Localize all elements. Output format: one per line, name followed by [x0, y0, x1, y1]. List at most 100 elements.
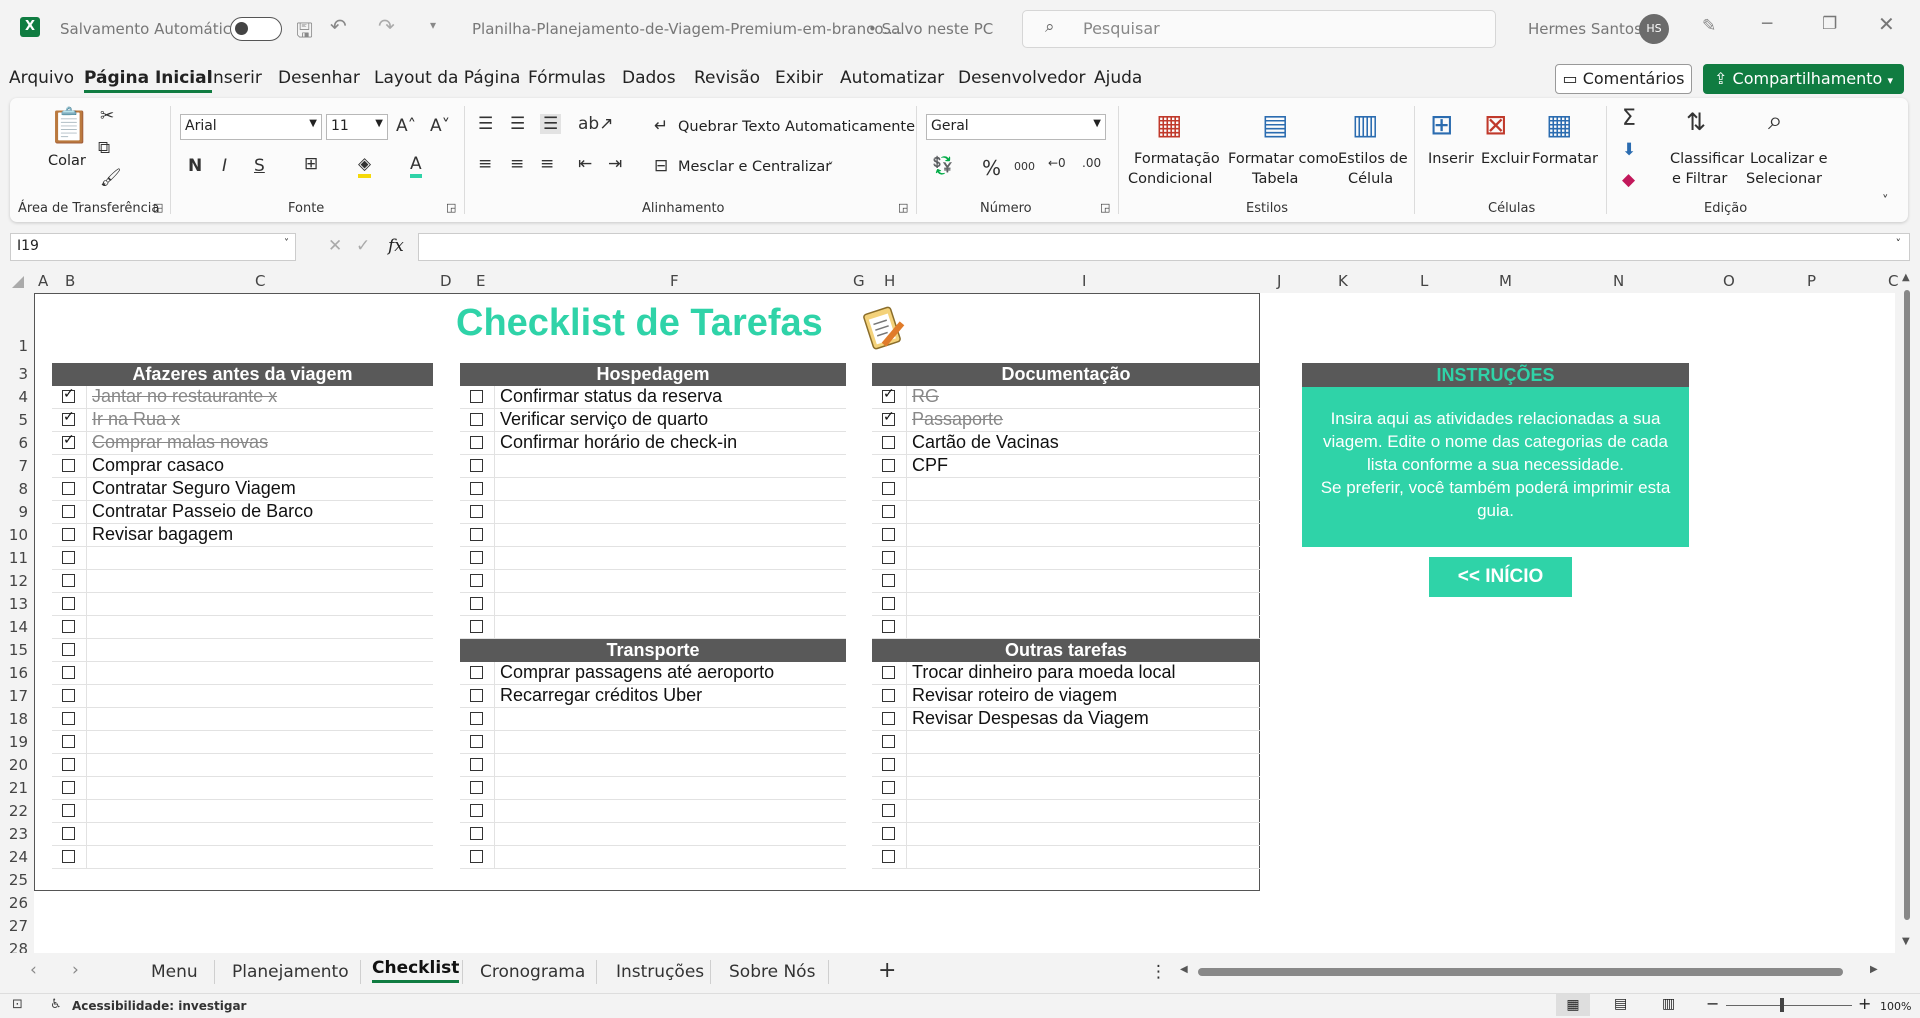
list-item[interactable]: Passaporte: [872, 409, 1260, 432]
tab-checklist[interactable]: Checklist: [372, 958, 460, 983]
list-item[interactable]: [52, 731, 433, 754]
list-item[interactable]: [460, 731, 846, 754]
orientation-icon[interactable]: ab↗: [578, 114, 613, 134]
clear-icon[interactable]: ◆: [1622, 170, 1635, 190]
font-size-select[interactable]: 11 ▼: [326, 114, 388, 140]
insert-button[interactable]: Inserir: [1428, 150, 1474, 169]
name-box[interactable]: I19 ˅: [10, 233, 296, 261]
list-item[interactable]: [52, 685, 433, 708]
list-item[interactable]: [872, 547, 1260, 570]
list-item[interactable]: [460, 547, 846, 570]
task-checkbox[interactable]: [62, 620, 75, 633]
task-checkbox[interactable]: [470, 413, 483, 426]
row-header[interactable]: 6: [4, 434, 28, 452]
row-header[interactable]: 27: [4, 917, 28, 935]
row-header[interactable]: 4: [4, 388, 28, 406]
task-checkbox[interactable]: [470, 482, 483, 495]
column-header[interactable]: P: [1807, 272, 1816, 290]
column-header[interactable]: D: [440, 272, 452, 290]
align-right-icon[interactable]: ≡: [540, 154, 554, 174]
menu-desenhar[interactable]: Desenhar: [278, 68, 360, 88]
task-checkbox[interactable]: [470, 827, 483, 840]
scroll-down-icon[interactable]: ▼: [1902, 936, 1910, 947]
horizontal-scrollbar[interactable]: ◀ ▶: [1180, 962, 1884, 980]
list-item[interactable]: [52, 754, 433, 777]
list-item[interactable]: [872, 731, 1260, 754]
list-item[interactable]: Recarregar créditos Uber: [460, 685, 846, 708]
increase-indent-icon[interactable]: ⇥: [608, 154, 622, 174]
row-header[interactable]: 15: [4, 641, 28, 659]
row-header[interactable]: 11: [4, 549, 28, 567]
minimize-icon[interactable]: ─: [1762, 14, 1772, 34]
redo-icon[interactable]: ↷: [378, 14, 395, 38]
borders-icon[interactable]: ⊞: [304, 154, 318, 174]
list-item[interactable]: [872, 823, 1260, 846]
fill-color-icon[interactable]: ◈: [358, 154, 372, 178]
list-item[interactable]: [872, 524, 1260, 547]
list-item[interactable]: [52, 593, 433, 616]
column-header[interactable]: O: [1723, 272, 1735, 290]
cell-styles-icon[interactable]: ▥: [1352, 108, 1378, 141]
customize-qat-icon[interactable]: ▾: [430, 18, 436, 32]
list-item[interactable]: [460, 570, 846, 593]
row-header[interactable]: 10: [4, 526, 28, 544]
scroll-thumb[interactable]: [1904, 290, 1910, 920]
row-header[interactable]: 19: [4, 733, 28, 751]
zoom-slider[interactable]: [1726, 1005, 1852, 1006]
more-options-icon[interactable]: ⋮: [1150, 962, 1167, 982]
task-checkbox[interactable]: [470, 712, 483, 725]
column-header[interactable]: C: [1888, 272, 1898, 290]
list-item[interactable]: [460, 501, 846, 524]
autosave-toggle[interactable]: [230, 17, 282, 41]
task-checkbox[interactable]: [62, 712, 75, 725]
list-item[interactable]: [460, 846, 846, 869]
list-item[interactable]: CPF: [872, 455, 1260, 478]
task-checkbox[interactable]: [470, 781, 483, 794]
task-checkbox[interactable]: [62, 505, 75, 518]
task-checkbox[interactable]: [62, 643, 75, 656]
menu-desenvolvedor[interactable]: Desenvolvedor: [958, 68, 1086, 88]
list-item[interactable]: Cartão de Vacinas: [872, 432, 1260, 455]
list-item[interactable]: [460, 478, 846, 501]
task-checkbox[interactable]: [62, 781, 75, 794]
tab-cronograma[interactable]: Cronograma: [480, 962, 585, 982]
column-header[interactable]: F: [670, 272, 679, 290]
list-item[interactable]: Revisar Despesas da Viagem: [872, 708, 1260, 731]
wrap-text-icon[interactable]: ↵: [654, 116, 668, 136]
list-item[interactable]: [460, 593, 846, 616]
task-checkbox[interactable]: [470, 620, 483, 633]
merge-icon[interactable]: ⊟: [654, 156, 668, 176]
list-item[interactable]: [460, 708, 846, 731]
format-painter-icon[interactable]: 🖌: [100, 168, 122, 188]
task-checkbox[interactable]: [62, 827, 75, 840]
cond-format-line1[interactable]: Formatação: [1134, 150, 1220, 169]
row-header[interactable]: 24: [4, 848, 28, 866]
menu-ajuda[interactable]: Ajuda: [1094, 68, 1142, 88]
add-sheet-icon[interactable]: +: [878, 958, 896, 983]
task-checkbox[interactable]: [62, 850, 75, 863]
task-checkbox[interactable]: [470, 689, 483, 702]
list-item[interactable]: Ir na Rua x: [52, 409, 433, 432]
column-header[interactable]: L: [1420, 272, 1428, 290]
tab-sobre-nos[interactable]: Sobre Nós: [729, 962, 815, 982]
list-item[interactable]: [872, 754, 1260, 777]
list-item[interactable]: [872, 501, 1260, 524]
column-header[interactable]: N: [1613, 272, 1624, 290]
list-item[interactable]: [52, 662, 433, 685]
task-checkbox[interactable]: [62, 409, 75, 426]
column-header[interactable]: I: [1082, 272, 1086, 290]
menu-layout[interactable]: Layout da Página: [374, 68, 520, 88]
sort-filter-icon[interactable]: ⇅: [1686, 108, 1706, 136]
format-table-line1[interactable]: Formatar como: [1228, 150, 1338, 169]
merge-center-button[interactable]: Mesclar e Centralizar: [678, 158, 831, 177]
task-checkbox[interactable]: [882, 386, 895, 403]
zoom-out-icon[interactable]: −: [1706, 994, 1719, 1013]
undo-icon[interactable]: ↶: [330, 14, 347, 38]
share-button[interactable]: ⇪ Compartilhamento ▾: [1703, 64, 1904, 94]
list-item[interactable]: Comprar malas novas: [52, 432, 433, 455]
format-button[interactable]: Formatar: [1532, 150, 1598, 169]
find-line2[interactable]: Selecionar: [1746, 170, 1822, 189]
collapse-ribbon-icon[interactable]: ˅: [1882, 194, 1889, 209]
list-item[interactable]: [872, 478, 1260, 501]
chevron-down-icon[interactable]: ˅: [828, 160, 834, 173]
